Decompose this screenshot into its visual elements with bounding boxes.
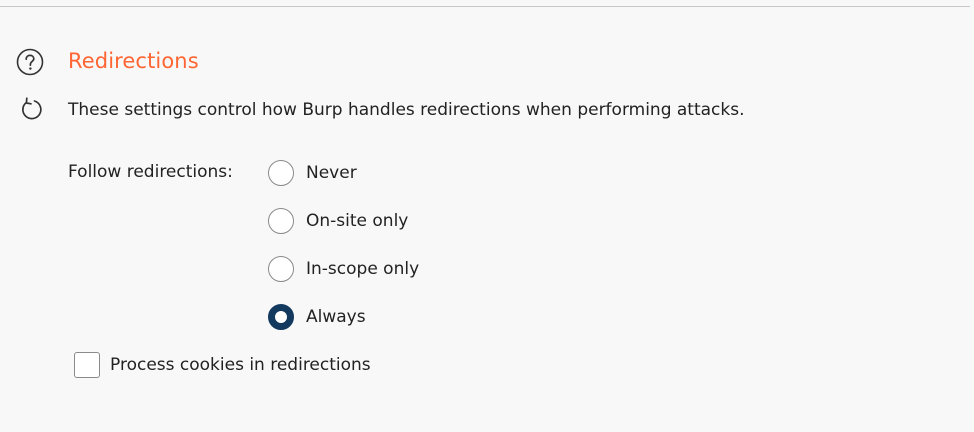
process-cookies-option[interactable]: Process cookies in redirections <box>74 351 371 379</box>
radio-button-always[interactable] <box>268 304 294 330</box>
section-title: Redirections <box>68 49 199 73</box>
radio-label-never: Never <box>306 163 357 183</box>
radio-option-in-scope-only[interactable]: In-scope only <box>268 254 419 284</box>
section-description: These settings control how Burp handles … <box>68 100 745 120</box>
process-cookies-checkbox[interactable] <box>74 352 100 378</box>
radio-option-never[interactable]: Never <box>268 158 357 188</box>
top-divider <box>0 6 970 7</box>
radio-button-never[interactable] <box>268 160 294 186</box>
follow-redirections-label: Follow redirections: <box>68 162 233 182</box>
process-cookies-label: Process cookies in redirections <box>110 355 371 375</box>
radio-button-in-scope-only[interactable] <box>268 256 294 282</box>
radio-option-on-site-only[interactable]: On-site only <box>268 206 408 236</box>
radio-label-in-scope-only: In-scope only <box>306 259 420 279</box>
radio-label-on-site-only: On-site only <box>306 211 409 231</box>
refresh-icon[interactable] <box>18 96 44 122</box>
radio-option-always[interactable]: Always <box>268 302 366 332</box>
help-icon[interactable] <box>16 48 44 76</box>
radio-button-on-site-only[interactable] <box>268 208 294 234</box>
radio-label-always: Always <box>306 307 366 327</box>
